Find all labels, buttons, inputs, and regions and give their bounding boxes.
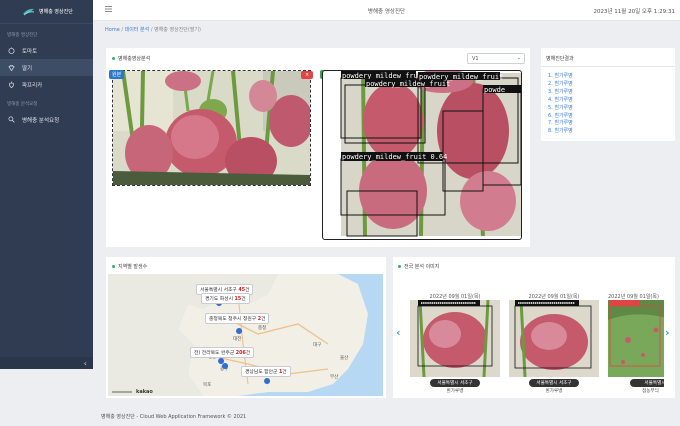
region-label[interactable]: 전) 전라북도 완주군 206건	[190, 347, 255, 358]
gallery-disease: 점농무늬	[642, 389, 659, 394]
breadcrumb-current: 병해충 영상진단(딸기)	[154, 27, 202, 33]
sidebar-item-label: 토마토	[22, 48, 38, 55]
list-item[interactable]: 5. 흰가루병	[548, 105, 573, 113]
gallery-image	[509, 300, 599, 377]
list-item[interactable]: 4. 흰가루병	[548, 97, 573, 105]
tomato-icon	[7, 47, 15, 55]
region-title-text: 지역별 발생수	[118, 264, 148, 270]
strawberry-icon	[7, 64, 15, 72]
sidebar-item-tomato[interactable]: 토마토	[0, 42, 93, 59]
detection-label: powdery_mildew_fruit	[342, 72, 426, 80]
map-place-label: 대전	[233, 335, 241, 342]
status-dot	[398, 265, 401, 268]
breadcrumb-sep: /	[150, 27, 153, 33]
datetime: 2023년 11월 20일 오후 1:29:31	[593, 9, 676, 15]
sidebar-item-label: 딸기	[22, 65, 33, 72]
sidebar-item-request[interactable]: 병해충 분석요청	[0, 111, 93, 128]
version-select-value: V1	[472, 56, 479, 62]
breadcrumb-home[interactable]: Home	[105, 27, 120, 33]
diagnosis-image[interactable]: powdery_mildew_fruit powdery_mildew_frui…	[322, 70, 522, 240]
status-dot	[112, 265, 115, 268]
logo-icon	[23, 8, 35, 16]
map-place-label: 부산	[330, 373, 338, 380]
analysis-title-text: 병해충영상분석	[118, 56, 151, 62]
region-label[interactable]: 충청북도 청주시 청원구 2건	[205, 313, 270, 324]
gallery-item[interactable]: 2022년 09월 01일(목) 서울특별시 서초구 흰가루병	[410, 293, 500, 394]
chevron-down-icon: ⌄	[516, 55, 521, 61]
footer: 병해충 영상진단 - Cloud Web Application Framewo…	[101, 414, 247, 420]
region-label[interactable]: 경상남도 함안군 1건	[241, 366, 291, 377]
map-place-label: 대구	[313, 341, 321, 348]
list-item[interactable]: 3. 흰가루병	[548, 89, 573, 97]
brand[interactable]: 병해충 영상진단	[0, 0, 93, 24]
gallery-title-text: 전국 분석 이미지	[404, 264, 440, 270]
sidebar-item-strawberry[interactable]: 딸기	[0, 59, 93, 76]
detection-label: powde	[484, 86, 505, 94]
map-place-label: 울산	[340, 354, 348, 361]
sidebar-item-label: 병해충 분석요청	[22, 117, 60, 124]
gallery-date: 2022년 09월 01일(목)	[608, 294, 659, 300]
gallery-location: 서울특별시 서초구	[529, 379, 579, 387]
sidebar-item-paprika[interactable]: 파프리카	[0, 76, 93, 93]
paprika-icon	[7, 81, 15, 89]
list-item[interactable]: 1. 흰가루병	[548, 73, 573, 81]
gallery-disease: 흰가루병	[545, 389, 563, 394]
original-image[interactable]	[112, 70, 311, 186]
original-badge: 원본	[109, 70, 125, 79]
list-item[interactable]: 8. 흰가루병	[548, 128, 573, 136]
detection-label: powdery_mildew_fruit	[366, 80, 450, 88]
region-label[interactable]: 경기도 화성시 15건	[201, 293, 250, 304]
gallery-item[interactable]: 2022년 09월 01일(목) 서울특별시 서초구 흰가루병	[509, 293, 599, 394]
gallery-prev-button[interactable]: ‹	[396, 326, 401, 339]
page-title: 병해충 영상진단	[367, 9, 406, 15]
region-title: 지역별 발생수	[112, 263, 147, 270]
chevron-left-icon: ‹	[83, 358, 87, 368]
kakao-logo: kakao	[136, 389, 153, 395]
gallery-location: 서울특별시	[630, 379, 664, 387]
sidebar-section-request: 병해충 분석요청	[7, 102, 38, 107]
list-item[interactable]: 2. 흰가루병	[548, 81, 573, 89]
version-select[interactable]: V1 ⌄	[467, 53, 525, 64]
gallery-title: 전국 분석 이미지	[398, 263, 439, 270]
diagnosis-result-list: 1. 흰가루병 2. 흰가루병 3. 흰가루병 4. 흰가루병 5. 흰가루병 …	[548, 73, 573, 136]
close-button[interactable]: ×	[301, 71, 314, 79]
map-place-label: 목포	[203, 382, 211, 388]
breadcrumb: Home / 데이터 분석 / 병해충 영상진단(딸기)	[105, 26, 201, 33]
diagnosis-result-title: 병해진단결과	[546, 56, 574, 62]
gallery-date: 2022년 09월 01일(목)	[429, 294, 481, 300]
top-bar: 병해충 영상진단 2023년 11월 20일 오후 1:29:31	[93, 0, 680, 21]
gallery-image	[608, 300, 664, 377]
brand-name: 병해충 영상진단	[39, 9, 73, 15]
sidebar-bottom-fill	[0, 369, 93, 426]
detection-label: powdery_mildew_fruit	[419, 73, 503, 81]
map-place-label: 충청	[258, 324, 266, 331]
analysis-title: 병해충영상분석	[112, 55, 150, 62]
detection-label: powdery_mildew_fruit 0.64	[342, 153, 447, 161]
breadcrumb-sep: /	[121, 27, 124, 33]
gallery-location: 서울특별시 서초구	[430, 379, 480, 387]
sidebar-collapse-button[interactable]: ‹	[0, 357, 93, 369]
search-icon	[7, 116, 15, 124]
sidebar-section-diagnosis: 병해충 영상진단	[7, 33, 38, 38]
divider	[541, 66, 675, 67]
breadcrumb-data-analysis[interactable]: 데이터 분석	[125, 27, 150, 33]
sidebar-item-label: 파프리카	[22, 82, 43, 89]
gallery-disease: 흰가루병	[446, 389, 464, 394]
gallery-date: 2022년 09월 01일(목)	[528, 294, 580, 300]
status-dot	[112, 57, 115, 60]
gallery-next-button[interactable]: ›	[665, 326, 670, 339]
sidebar: 병해충 영상진단 병해충 영상진단 토마토 딸기 파프리카 병해충 분석요청 병…	[0, 0, 93, 426]
gallery-image	[410, 300, 500, 377]
gallery-item[interactable]: 2022년 09월 01일(목) 서울특별시 점농무늬	[608, 293, 664, 394]
